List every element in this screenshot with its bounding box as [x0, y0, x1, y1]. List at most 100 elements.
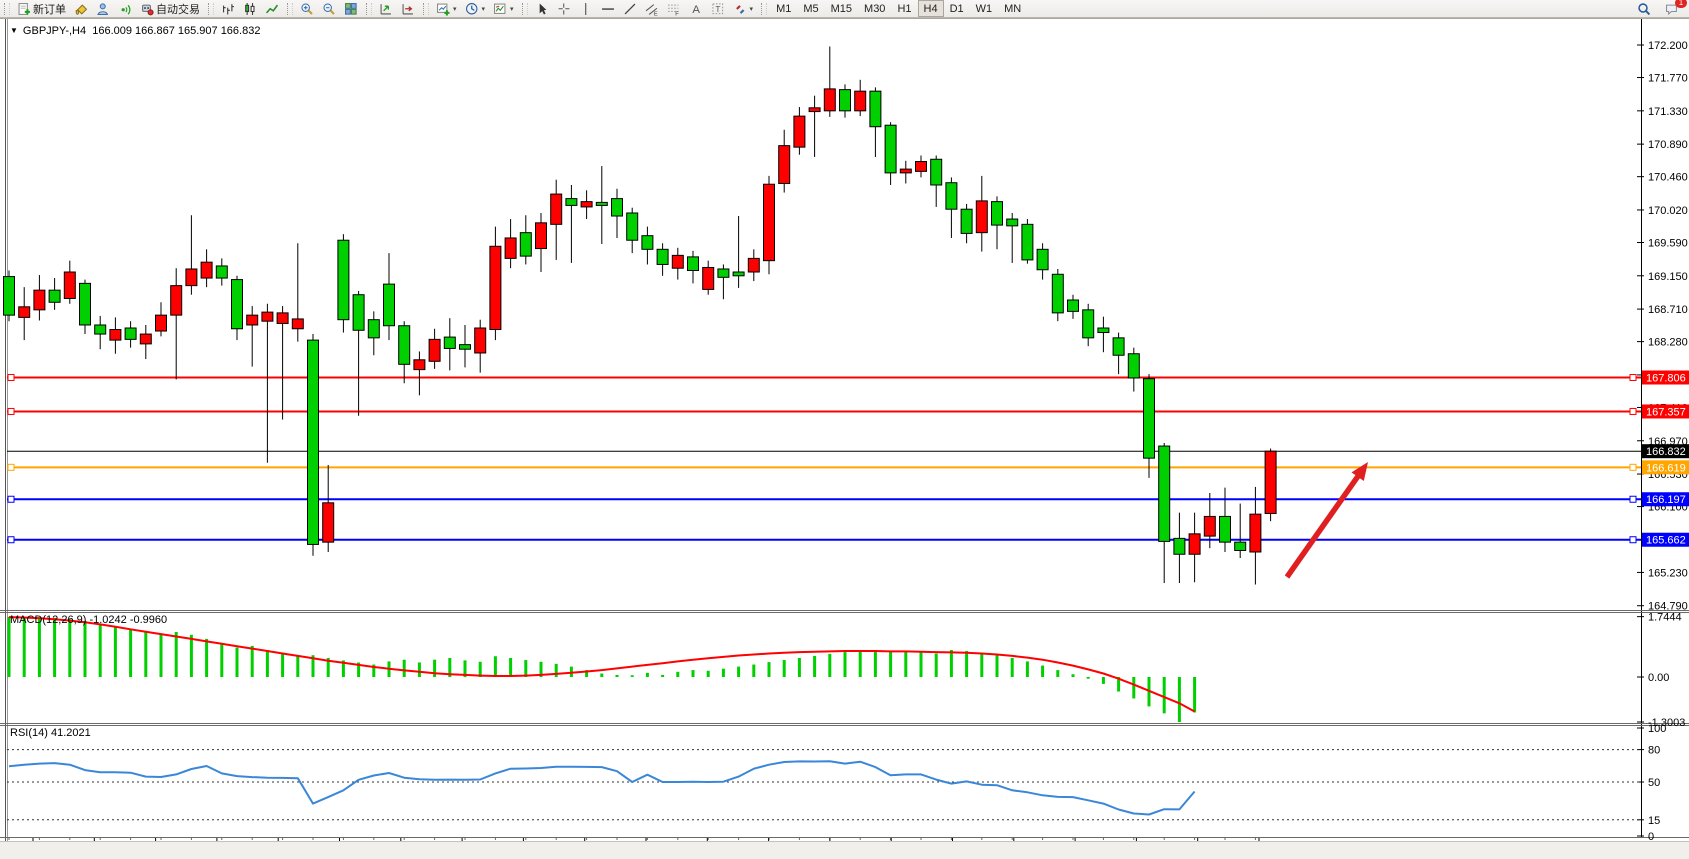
hline-handle[interactable]: [8, 537, 14, 543]
fibonacci-button[interactable]: F: [663, 0, 685, 17]
horizontal-line-button[interactable]: [597, 0, 619, 17]
timeframe-h1-label: H1: [897, 3, 911, 15]
chart-symbol-period: GBPJPY-,H4: [23, 25, 86, 37]
toolbar: 新订单 自动交易 ▾ ▾ ▾ EFAT ▾ M1M5 M15 M30 H1 H4D1W1MN 1: [0, 0, 1689, 18]
signals-button[interactable]: [114, 0, 136, 17]
zoom-in-button[interactable]: [296, 0, 318, 17]
hline-166.197[interactable]: [7, 496, 1641, 502]
auto-scroll-button[interactable]: [375, 0, 397, 17]
community-button[interactable]: [92, 0, 114, 17]
timeframe-m15[interactable]: M15: [825, 0, 858, 17]
candle-body: [1098, 328, 1109, 333]
candle-body: [140, 334, 151, 344]
text-a-icon: A: [689, 2, 703, 16]
candle-body: [186, 269, 197, 286]
candle-body: [1037, 249, 1048, 269]
hline-165.662[interactable]: [7, 537, 1641, 543]
candle-body: [916, 162, 927, 172]
price-tick-label: 168.280: [1648, 337, 1688, 349]
hline-167.357[interactable]: [7, 408, 1641, 414]
timeframe-m5[interactable]: M5: [797, 0, 824, 17]
candle-body: [1083, 310, 1094, 338]
toolbar-separator: [522, 3, 528, 15]
timeframe-d1[interactable]: D1: [944, 0, 970, 17]
candle-body: [19, 307, 30, 318]
line-chart-button[interactable]: [261, 0, 283, 17]
auto-trading-button[interactable]: 自动交易: [136, 0, 204, 17]
arrows-dropdown-caret-icon[interactable]: ▾: [750, 5, 754, 13]
hline-handle[interactable]: [1630, 464, 1636, 470]
rsi-tick-label: 50: [1648, 777, 1660, 789]
candlestick-chart-button[interactable]: [239, 0, 261, 17]
robot-icon: [140, 2, 154, 16]
bar-chart-button[interactable]: [217, 0, 239, 17]
candle-body: [4, 277, 15, 316]
equidistant-channel-button[interactable]: E: [641, 0, 663, 17]
chat-button[interactable]: 1: [1661, 0, 1683, 17]
hline-handle[interactable]: [8, 496, 14, 502]
text-button[interactable]: A: [685, 0, 707, 17]
text-label-button[interactable]: T: [707, 0, 729, 17]
chart-shift-button[interactable]: [397, 0, 419, 17]
price-tick-label: 172.200: [1648, 40, 1688, 52]
candle-body: [870, 91, 881, 127]
candle-body: [931, 159, 942, 185]
trend-arrow[interactable]: [1287, 462, 1368, 577]
candle-body: [1174, 538, 1185, 554]
candle-body: [353, 295, 364, 331]
candle-body: [885, 125, 896, 173]
timeframe-m15-label: M15: [831, 3, 852, 15]
tile-windows-button[interactable]: [340, 0, 362, 17]
timeframe-h1[interactable]: H1: [891, 0, 917, 17]
search-button[interactable]: [1633, 0, 1655, 17]
price-axis[interactable]: 172.200171.770171.330170.890170.460170.0…: [1637, 40, 1688, 843]
crosshair-button[interactable]: [553, 0, 575, 17]
hline-166.619[interactable]: [7, 464, 1641, 470]
new-order-button[interactable]: 新订单: [13, 0, 70, 17]
periods-dropdown[interactable]: ▾: [461, 0, 490, 17]
new-chart-dropdown-caret-icon[interactable]: ▾: [453, 5, 457, 13]
new-chart-dropdown[interactable]: ▾: [432, 0, 461, 17]
timeframe-mn[interactable]: MN: [998, 0, 1027, 17]
candle-body: [566, 199, 577, 206]
hline-handle[interactable]: [1630, 374, 1636, 380]
candle-body: [1052, 274, 1063, 313]
hline-167.806[interactable]: [7, 374, 1641, 380]
chart-dropdown-icon[interactable]: ▼: [10, 26, 18, 35]
candle-body: [733, 272, 744, 276]
templates-dropdown[interactable]: ▾: [489, 0, 518, 17]
search-icon: [1637, 2, 1651, 16]
candle-body: [718, 269, 729, 277]
hline-handle[interactable]: [8, 374, 14, 380]
trendline-button[interactable]: [619, 0, 641, 17]
chart-area[interactable]: 172.200171.770171.330170.890170.460170.0…: [0, 17, 1689, 859]
templates-dropdown-caret-icon[interactable]: ▾: [510, 5, 514, 13]
hline-handle[interactable]: [8, 408, 14, 414]
horizontal-lines[interactable]: [7, 374, 1641, 542]
cursor-button[interactable]: [531, 0, 553, 17]
timeframe-m30[interactable]: M30: [858, 0, 891, 17]
price-line-label: 167.357: [1646, 406, 1686, 418]
rsi-tick-label: 100: [1648, 723, 1666, 735]
macd-indicator-label: MACD(12,26,9) -1.0242 -0.9960: [10, 614, 167, 626]
hline-handle[interactable]: [1630, 496, 1636, 502]
tile-windows-icon: [344, 2, 358, 16]
candle-body: [110, 330, 121, 341]
macd-panel: [9, 617, 1195, 722]
hline-handle[interactable]: [1630, 408, 1636, 414]
timeframe-h4[interactable]: H4: [918, 0, 944, 17]
vertical-line-button[interactable]: [575, 0, 597, 17]
chart-canvas[interactable]: 172.200171.770171.330170.890170.460170.0…: [0, 0, 1689, 859]
candle-body: [779, 146, 790, 184]
timeframe-w1[interactable]: W1: [970, 0, 999, 17]
zoom-out-button[interactable]: [318, 0, 340, 17]
hline-handle[interactable]: [8, 464, 14, 470]
periods-dropdown-caret-icon[interactable]: ▾: [482, 5, 486, 13]
timeframe-m1[interactable]: M1: [770, 0, 797, 17]
styler-button[interactable]: [70, 0, 92, 17]
toolbar-separator: [366, 3, 372, 15]
hline-handle[interactable]: [1630, 537, 1636, 543]
arrows-dropdown[interactable]: ▾: [729, 0, 758, 17]
channel-icon: E: [645, 2, 659, 16]
periods-clock-icon: [465, 2, 479, 16]
